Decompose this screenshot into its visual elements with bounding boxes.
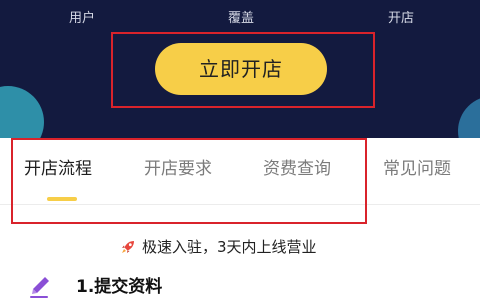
tab-bar: 开店流程 开店要求 资费查询 常见问题 bbox=[0, 138, 480, 204]
tab-faq[interactable]: 常见问题 bbox=[383, 157, 451, 181]
open-store-page: 用户 覆盖 开店 立即开店 开店流程 开店要求 资费查询 常见问题 极速入驻，3… bbox=[0, 0, 480, 300]
step-title: 1.提交资料 bbox=[76, 277, 163, 297]
open-store-button[interactable]: 立即开店 bbox=[155, 43, 327, 95]
decorative-circle-left bbox=[0, 86, 44, 138]
active-tab-indicator bbox=[47, 197, 77, 201]
stat-label-stores: 开店 bbox=[387, 11, 414, 26]
tab-open-process[interactable]: 开店流程 bbox=[24, 157, 92, 181]
decorative-circle-right bbox=[458, 96, 480, 138]
pen-icon bbox=[28, 275, 52, 299]
tab-fee-inquiry[interactable]: 资费查询 bbox=[263, 157, 331, 181]
tab-open-requirements[interactable]: 开店要求 bbox=[144, 157, 212, 181]
tab-divider bbox=[0, 204, 480, 205]
slogan-text: 极速入驻，3天内上线营业 bbox=[142, 238, 317, 256]
step-row-1: 1.提交资料 bbox=[28, 274, 162, 300]
rocket-icon bbox=[120, 239, 136, 255]
hero-header: 用户 覆盖 开店 立即开店 bbox=[0, 0, 480, 138]
stat-label-coverage: 覆盖 bbox=[227, 11, 254, 26]
slogan-row: 极速入驻，3天内上线营业 bbox=[120, 236, 317, 258]
stat-label-users: 用户 bbox=[68, 11, 95, 26]
